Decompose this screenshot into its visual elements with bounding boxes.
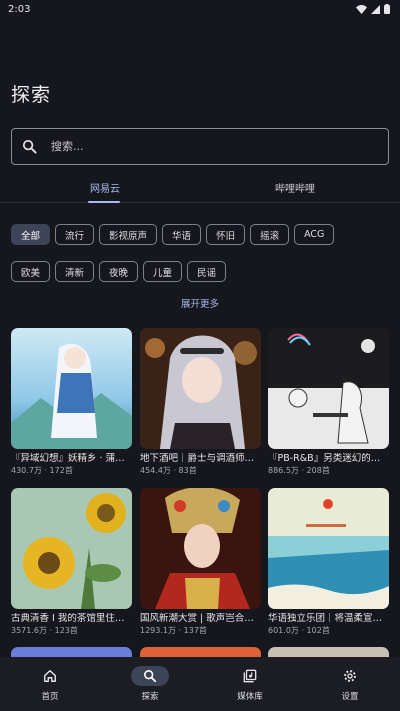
chip-night[interactable]: 夜晚 bbox=[99, 261, 139, 282]
playlist-cover-jazz-bar bbox=[140, 328, 261, 449]
playlist-cover-indie-band bbox=[268, 488, 389, 609]
category-chips-row-2: 欧美 清新 夜晚 儿童 民谣 bbox=[11, 261, 391, 282]
playlist-card[interactable]: 『PB-R&B』另类迷幻的微醺夜 886.5万 · 208首 bbox=[268, 328, 389, 476]
expand-more-link[interactable]: 展开更多 bbox=[0, 296, 400, 310]
playlist-title: 『异域幻想』妖精乡 · 蒲公英的旅途 bbox=[11, 453, 132, 464]
playlist-cover-fantasy bbox=[11, 328, 132, 449]
search-box[interactable] bbox=[11, 128, 389, 165]
chip-children[interactable]: 儿童 bbox=[143, 261, 183, 282]
playlist-cover-rnb bbox=[268, 328, 389, 449]
nav-library[interactable]: 媒体库 bbox=[200, 657, 300, 711]
category-chips-row-1: 全部 流行 影视原声 华语 怀旧 摇滚 ACG bbox=[11, 224, 391, 245]
battery-icon bbox=[384, 4, 390, 14]
chip-nostalgia[interactable]: 怀旧 bbox=[206, 224, 246, 245]
playlist-title: 『PB-R&B』另类迷幻的微醺夜 bbox=[268, 453, 389, 464]
playlist-meta: 430.7万 · 172首 bbox=[11, 466, 73, 475]
playlist-title: 华语独立乐团｜将温柔宣泄给世界 bbox=[268, 613, 389, 624]
nav-home[interactable]: 首页 bbox=[0, 657, 100, 711]
nav-settings[interactable]: 设置 bbox=[300, 657, 400, 711]
playlist-card[interactable]: 国风新潮大赏 | 歌声岂合天地间 1293.1万 · 137首 bbox=[140, 488, 261, 636]
chip-all[interactable]: 全部 bbox=[11, 224, 51, 245]
playlist-meta: 601.0万 · 102首 bbox=[268, 626, 330, 635]
playlist-meta: 1293.1万 · 137首 bbox=[140, 626, 207, 635]
status-icons bbox=[356, 4, 390, 14]
chip-fresh[interactable]: 清新 bbox=[55, 261, 95, 282]
playlist-meta: 3571.6万 · 123首 bbox=[11, 626, 78, 635]
tab-netease[interactable]: 网易云 bbox=[60, 172, 150, 203]
chip-western[interactable]: 欧美 bbox=[11, 261, 51, 282]
signal-icon bbox=[371, 4, 380, 14]
playlist-cover-sunflowers bbox=[11, 488, 132, 609]
playlist-meta: 886.5万 · 208首 bbox=[268, 466, 330, 475]
playlist-card[interactable]: 『异域幻想』妖精乡 · 蒲公英的旅途 430.7万 · 172首 bbox=[11, 328, 132, 476]
search-input[interactable] bbox=[51, 140, 351, 153]
status-time: 2:03 bbox=[8, 3, 31, 15]
chip-acg[interactable]: ACG bbox=[294, 224, 335, 245]
playlist-card[interactable]: 华语独立乐团｜将温柔宣泄给世界 601.0万 · 102首 bbox=[268, 488, 389, 636]
wifi-icon bbox=[356, 4, 367, 14]
playlist-card[interactable]: 地下酒吧｜爵士与调酒师的夜晚 454.4万 · 83首 bbox=[140, 328, 261, 476]
playlist-meta: 454.4万 · 83首 bbox=[140, 466, 197, 475]
playlist-title: 地下酒吧｜爵士与调酒师的夜晚 bbox=[140, 453, 261, 464]
chip-rock[interactable]: 摇滚 bbox=[250, 224, 290, 245]
status-bar: 2:03 bbox=[0, 0, 400, 18]
library-icon bbox=[243, 669, 257, 683]
search-icon bbox=[144, 670, 157, 683]
playlist-title: 古典清香 I 我的茶馆里住着莫扎特 bbox=[11, 613, 132, 624]
chip-folk[interactable]: 民谣 bbox=[187, 261, 227, 282]
tab-bilibili[interactable]: 哔哩哔哩 bbox=[250, 172, 340, 203]
tab-indicator bbox=[88, 201, 120, 203]
playlist-cover-guofeng bbox=[140, 488, 261, 609]
chip-mandarin[interactable]: 华语 bbox=[162, 224, 202, 245]
playlist-title: 国风新潮大赏 | 歌声岂合天地间 bbox=[140, 613, 261, 624]
search-icon bbox=[22, 139, 37, 154]
page-title: 探索 bbox=[11, 84, 52, 106]
nav-explore[interactable]: 探索 bbox=[100, 657, 200, 711]
source-tabs: 网易云 哔哩哔哩 bbox=[0, 172, 400, 203]
home-icon bbox=[44, 670, 56, 682]
settings-icon bbox=[344, 670, 356, 682]
bottom-navigation: 首页 探索 媒体库 设置 bbox=[0, 657, 400, 711]
chip-pop[interactable]: 流行 bbox=[55, 224, 95, 245]
playlist-card[interactable]: 古典清香 I 我的茶馆里住着莫扎特 3571.6万 · 123首 bbox=[11, 488, 132, 636]
chip-soundtrack[interactable]: 影视原声 bbox=[99, 224, 158, 245]
